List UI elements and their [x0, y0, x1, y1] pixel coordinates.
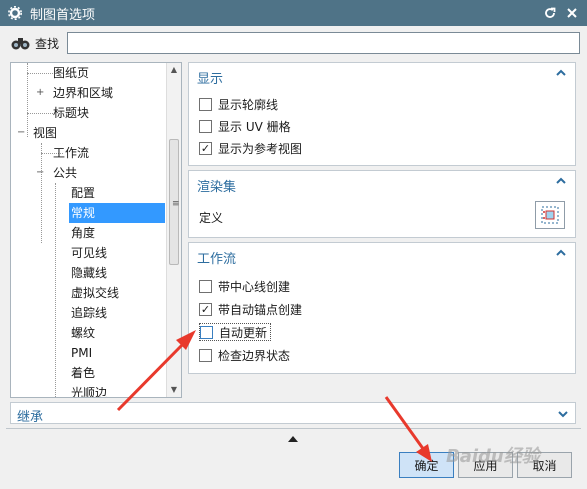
checkbox[interactable] — [199, 279, 212, 293]
option-label: 自动更新 — [219, 325, 268, 340]
tree-item-label: 螺纹 — [71, 326, 96, 340]
tree-item-label: 着色 — [71, 366, 96, 380]
option-label: 显示为参考视图 — [218, 141, 303, 156]
watermark: Baidu经验 — [446, 446, 540, 467]
checkbox[interactable] — [200, 325, 213, 339]
option-create-with-auto-anchor[interactable]: ✓ 带自动锚点创建 — [199, 300, 302, 318]
tree-item[interactable]: 螺纹 — [11, 323, 169, 343]
inherit-label: 继承 — [17, 410, 44, 425]
window-title: 制图首选项 — [30, 7, 96, 23]
tree-item-label: 配置 — [71, 186, 96, 200]
checkbox[interactable] — [199, 119, 212, 133]
collapse-up-icon[interactable] — [288, 432, 298, 442]
tree-item-label: 视图 — [33, 126, 58, 140]
divider — [6, 428, 581, 429]
option-label: 带中心线创建 — [218, 279, 291, 294]
option-show-as-reference[interactable]: ✓ 显示为参考视图 — [199, 139, 302, 157]
chevron-up-icon[interactable] — [555, 67, 567, 79]
gear-icon — [8, 6, 22, 20]
tree-item-label: 公共 — [53, 166, 78, 180]
chevron-down-icon[interactable] — [557, 408, 569, 420]
tree-item[interactable]: 虚拟交线 — [11, 283, 169, 303]
preferences-tree: 图纸页 + 边界和区域 标题块 − 视图 工作流 − 公共 配置 常规 角度 可… — [10, 62, 182, 398]
tree-item[interactable]: 追踪线 — [11, 303, 169, 323]
scroll-up-icon[interactable]: ▲ — [167, 63, 181, 77]
option-show-uv-grid[interactable]: 显示 UV 栅格 — [199, 117, 291, 135]
expand-icon[interactable]: + — [36, 88, 44, 98]
collapse-icon[interactable]: − — [17, 128, 25, 138]
tree-item[interactable]: 标题块 — [11, 103, 169, 123]
define-label: 定义 — [199, 211, 224, 225]
tree-item-label: 图纸页 — [53, 66, 90, 80]
option-auto-update[interactable]: 自动更新 — [199, 323, 272, 341]
tree-item[interactable]: 可见线 — [11, 243, 169, 263]
tree-scrollbar[interactable]: ▲ ≡ ▼ — [166, 63, 181, 397]
tree-item[interactable]: PMI — [11, 343, 169, 363]
tree-item-label: 追踪线 — [71, 306, 108, 320]
tree-item[interactable]: 光顺边 — [11, 383, 169, 398]
tree-item[interactable]: 隐藏线 — [11, 263, 169, 283]
tree-item-label: PMI — [71, 346, 93, 360]
chevron-up-icon[interactable] — [555, 175, 567, 187]
panel-header: 显示 — [197, 72, 224, 87]
checkbox-checked[interactable]: ✓ — [199, 141, 212, 155]
checkbox[interactable] — [199, 348, 212, 362]
option-label: 显示轮廓线 — [218, 97, 279, 112]
search-bar: 查找 — [5, 30, 581, 56]
chevron-up-icon[interactable] — [555, 247, 567, 259]
tree-item-label: 虚拟交线 — [71, 286, 120, 300]
search-label: 查找 — [35, 36, 60, 51]
option-create-with-centerlines[interactable]: 带中心线创建 — [199, 277, 290, 295]
option-check-boundary-status[interactable]: 检查边界状态 — [199, 346, 290, 364]
tree-item[interactable]: 着色 — [11, 363, 169, 383]
close-icon[interactable] — [564, 5, 580, 21]
title-bar: 制图首选项 — [0, 0, 587, 26]
checkbox-checked[interactable]: ✓ — [199, 302, 212, 316]
tree-item-label: 角度 — [71, 226, 96, 240]
tree-item[interactable]: 图纸页 — [11, 63, 169, 83]
option-show-silhouette[interactable]: 显示轮廓线 — [199, 95, 278, 113]
reset-icon[interactable] — [542, 5, 558, 21]
render-set-panel: 渲染集 定义 — [188, 170, 576, 238]
tree-item-label: 光顺边 — [71, 386, 108, 398]
option-label: 显示 UV 栅格 — [218, 119, 291, 134]
render-set-icon[interactable] — [535, 201, 565, 229]
tree-item[interactable]: − 视图 — [11, 123, 169, 143]
display-panel: 显示 显示轮廓线 显示 UV 栅格 ✓ 显示为参考视图 — [188, 62, 576, 166]
tree-item[interactable]: 配置 — [11, 183, 169, 203]
scroll-down-icon[interactable]: ▼ — [167, 383, 181, 397]
tree-item-label: 常规 — [69, 203, 165, 223]
workflow-panel: 工作流 带中心线创建 ✓ 带自动锚点创建 自动更新 检查边界状态 — [188, 242, 576, 374]
scroll-thumb[interactable]: ≡ — [169, 139, 180, 265]
tree-item[interactable]: 工作流 — [11, 143, 169, 163]
grip-icon: ≡ — [172, 199, 180, 209]
option-label: 带自动锚点创建 — [218, 302, 303, 317]
tree-item[interactable]: + 边界和区域 — [11, 83, 169, 103]
tree-item-label: 标题块 — [53, 106, 90, 120]
tree-item[interactable]: − 公共 — [11, 163, 169, 183]
panel-header: 工作流 — [197, 252, 237, 267]
checkbox[interactable] — [199, 97, 212, 111]
collapse-icon[interactable]: − — [36, 168, 44, 178]
tree-item[interactable]: 角度 — [11, 223, 169, 243]
tree-item-label: 可见线 — [71, 246, 108, 260]
tree-item-selected[interactable]: 常规 — [11, 203, 169, 223]
panel-header: 渲染集 — [197, 180, 237, 195]
binoculars-icon — [9, 34, 33, 52]
tree-item-label: 边界和区域 — [53, 86, 114, 100]
option-label: 检查边界状态 — [218, 348, 291, 363]
tree-item-label: 工作流 — [53, 146, 90, 160]
inherit-section[interactable]: 继承 — [10, 402, 576, 425]
tree-item-label: 隐藏线 — [71, 266, 108, 280]
search-input[interactable] — [67, 32, 580, 54]
